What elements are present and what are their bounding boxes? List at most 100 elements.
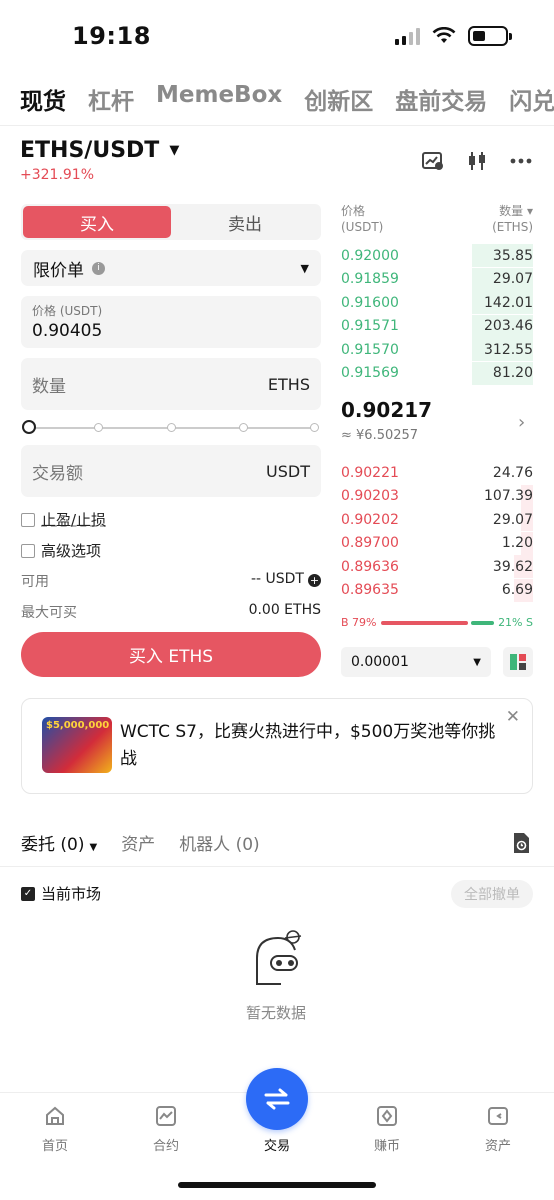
price-input[interactable]: 价格 (USDT) 0.90405 <box>21 296 321 348</box>
tab-memebox[interactable]: MemeBox <box>156 82 282 116</box>
qty-header-label: 数量 ▾ <box>499 204 533 218</box>
checkbox-icon[interactable] <box>21 543 35 558</box>
promo-image-text: $5,000,000 <box>46 720 110 731</box>
home-icon <box>46 1106 64 1125</box>
slider-node[interactable] <box>239 423 248 432</box>
pair-change: +321.91% <box>20 167 95 183</box>
nav-earn[interactable]: 赚币 <box>347 1105 427 1154</box>
tab-spot[interactable]: 现货 <box>20 82 66 116</box>
max-buy-value: 0.00 ETHS <box>248 602 321 618</box>
cancel-all-button[interactable]: 全部撤单 <box>451 880 533 908</box>
caret-down-icon: ▼ <box>89 842 98 853</box>
current-market-label: 当前市场 <box>41 885 102 903</box>
divider <box>0 125 554 126</box>
status-icons <box>395 26 512 46</box>
ask-price: 0.91570 <box>341 341 399 358</box>
sell-tab[interactable]: 卖出 <box>171 206 319 238</box>
bid-row[interactable]: 0.90202 29.07 <box>341 508 533 531</box>
price-value[interactable]: 0.90405 <box>32 321 310 341</box>
checkbox-icon[interactable] <box>21 512 35 527</box>
orderbook-layout-icon <box>510 654 526 670</box>
tab-convert[interactable]: 闪兑 <box>509 82 554 116</box>
bid-quantity: 1.20 <box>501 535 533 551</box>
sell-ratio-label: 21% S <box>498 616 533 629</box>
ask-row[interactable]: 0.91859 29.07 <box>341 267 533 291</box>
chevron-right-icon[interactable]: › <box>518 412 525 433</box>
nav-futures[interactable]: 合约 <box>126 1105 206 1154</box>
nav-home[interactable]: 首页 <box>15 1105 95 1154</box>
slider-node[interactable] <box>94 423 103 432</box>
bid-row[interactable]: 0.90221 24.76 <box>341 461 533 484</box>
wifi-icon <box>432 27 456 43</box>
trade-fab-button[interactable] <box>246 1068 308 1130</box>
bid-row[interactable]: 0.90203 107.39 <box>341 484 533 508</box>
slider-handle[interactable] <box>22 420 36 434</box>
nav-futures-label: 合约 <box>152 1139 179 1154</box>
battery-icon <box>468 26 512 46</box>
nav-trade-label: 交易 <box>263 1139 290 1154</box>
ask-quantity: 29.07 <box>492 271 533 287</box>
slider-node[interactable] <box>167 423 176 432</box>
caret-down-icon: ▼ <box>473 656 481 668</box>
bid-row[interactable]: 0.89635 6.69 <box>341 578 533 602</box>
ask-row[interactable]: 0.91600 142.01 <box>341 291 533 314</box>
buy-eths-button[interactable]: 买入 ETHS <box>21 632 321 677</box>
promo-banner[interactable]: $5,000,000 WCTC S7，比赛火热进行中，$500万奖池等你挑战 ✕ <box>21 698 533 794</box>
tab-innovation[interactable]: 创新区 <box>304 82 373 116</box>
buy-ratio-label: B 79% <box>341 616 377 629</box>
ask-row[interactable]: 0.91570 312.55 <box>341 338 533 361</box>
tab-open-orders[interactable]: 委托 (0) ▼ <box>21 830 97 855</box>
bid-quantity: 6.69 <box>501 582 533 598</box>
tp-sl-checkbox[interactable]: 止盈/止损 <box>21 509 106 530</box>
bid-quantity: 107.39 <box>484 488 533 504</box>
available-amount: -- USDT <box>250 571 304 587</box>
precision-select[interactable]: 0.00001 ▼ <box>341 647 491 677</box>
buy-tab[interactable]: 买入 <box>23 206 171 238</box>
quantity-placeholder: 数量 <box>32 376 66 397</box>
total-placeholder: 交易额 <box>32 463 83 484</box>
tab-margin[interactable]: 杠杆 <box>88 82 134 116</box>
ask-row[interactable]: 0.91569 81.20 <box>341 361 533 385</box>
tab-premarket[interactable]: 盘前交易 <box>395 82 487 116</box>
bid-price: 0.90221 <box>341 464 399 481</box>
current-market-checkbox[interactable]: ✓ 当前市场 <box>21 883 101 904</box>
add-funds-icon[interactable]: + <box>308 574 321 587</box>
more-icon[interactable] <box>510 158 532 164</box>
promo-image: $5,000,000 <box>42 717 112 773</box>
max-buy-label: 最大可买 <box>21 605 77 621</box>
quantity-input[interactable]: 数量 ETHS <box>21 358 321 410</box>
order-type-select[interactable]: 限价单 i ▼ <box>21 250 321 286</box>
nav-assets[interactable]: 资产 <box>458 1105 538 1154</box>
advanced-checkbox[interactable]: 高级选项 <box>21 540 101 561</box>
ratio-bar <box>380 620 495 625</box>
close-icon[interactable]: ✕ <box>506 707 520 727</box>
bid-price: 0.89635 <box>341 582 399 598</box>
bid-row[interactable]: 0.89636 39.62 <box>341 555 533 578</box>
total-input[interactable]: 交易额 USDT <box>21 445 321 497</box>
ask-quantity: 312.55 <box>484 341 533 358</box>
candlestick-icon[interactable] <box>466 150 488 172</box>
bid-quantity: 29.07 <box>492 511 533 528</box>
wallet-icon <box>488 1107 508 1125</box>
amount-slider[interactable] <box>22 420 319 434</box>
ask-price: 0.91571 <box>341 318 399 334</box>
checkbox-checked-icon[interactable]: ✓ <box>21 886 35 901</box>
slider-node[interactable] <box>310 423 319 432</box>
bid-quantity: 24.76 <box>492 464 533 481</box>
ask-row[interactable]: 0.91571 203.46 <box>341 314 533 338</box>
tab-assets[interactable]: 资产 <box>121 830 155 855</box>
qty-header[interactable]: 数量 ▾ (ETHS) <box>492 203 533 235</box>
depth-view-button[interactable] <box>503 647 533 677</box>
bid-row[interactable]: 0.89700 1.20 <box>341 531 533 555</box>
swap-arrows-icon <box>264 1088 290 1110</box>
tab-bots[interactable]: 机器人 (0) <box>179 830 259 855</box>
caret-down-icon: ▼ <box>169 143 180 158</box>
info-icon[interactable]: i <box>92 261 105 275</box>
chart-toggle-icon[interactable] <box>422 151 444 171</box>
pair-selector[interactable]: ETHS/USDT ▼ <box>20 138 179 163</box>
order-history-icon[interactable] <box>512 832 530 854</box>
ask-quantity: 35.85 <box>492 247 533 264</box>
total-unit: USDT <box>266 461 310 481</box>
ask-row[interactable]: 0.92000 35.85 <box>341 244 533 267</box>
available-label: 可用 <box>21 574 49 590</box>
